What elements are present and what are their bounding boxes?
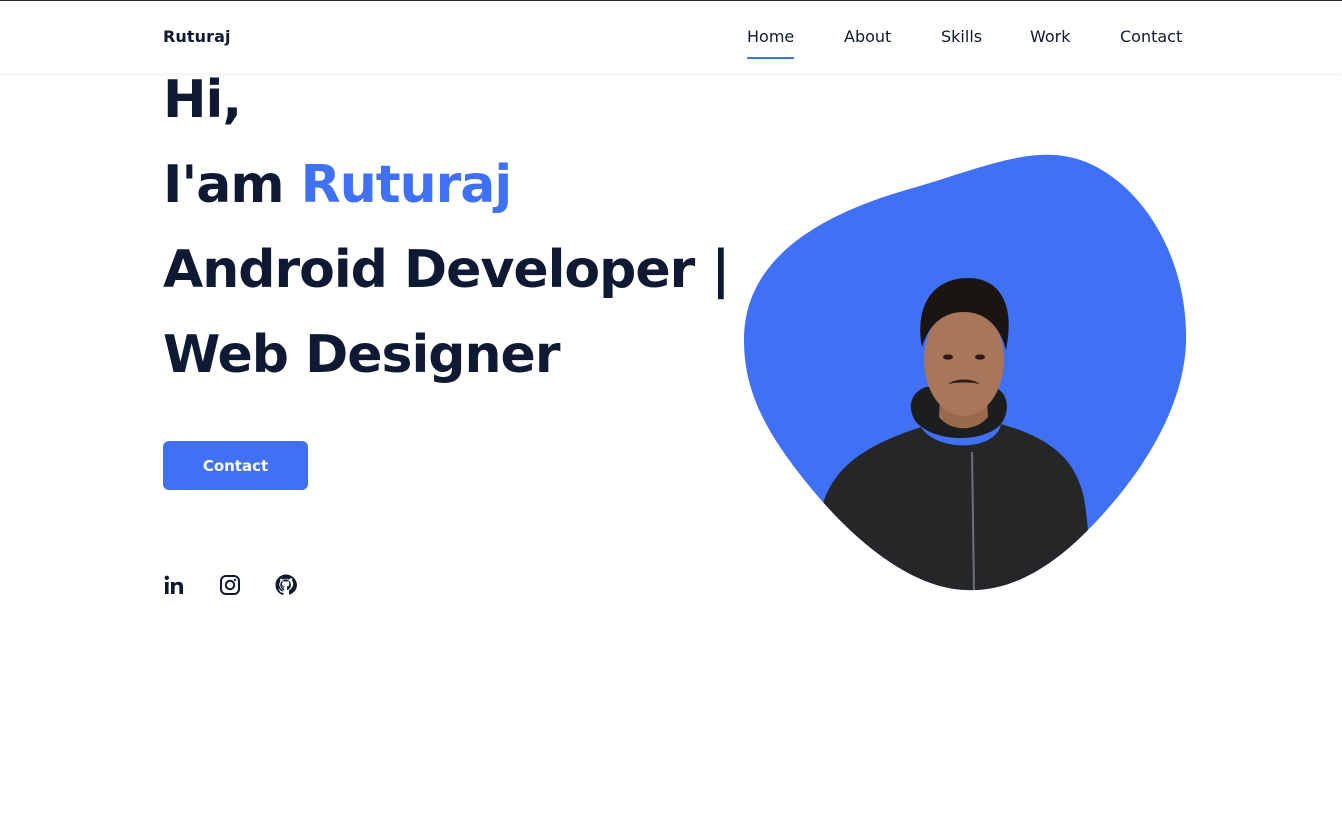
profile-blob [736,152,1188,592]
github-link[interactable] [274,573,298,597]
hero-greeting: Hi, [163,70,242,130]
nav-link-home[interactable]: Home [747,27,795,59]
hero-intro: I'am Ruturaj [163,155,512,215]
nav-link-about[interactable]: About [844,27,891,46]
main-nav: Home About Skills Work Contact [0,27,1342,67]
hero-name: Ruturaj [300,155,512,215]
site-header: Ruturaj Home About Skills Work Contact [0,1,1342,73]
linkedin-link[interactable] [162,573,186,597]
hero-intro-prefix: I'am [163,155,301,215]
instagram-link[interactable] [218,573,242,597]
contact-button[interactable]: Contact [163,441,308,490]
nav-link-skills[interactable]: Skills [941,27,982,46]
nav-link-work[interactable]: Work [1030,27,1071,46]
hero-role-line-1: Android Developer | [163,240,730,300]
hero-role-line-2: Web Designer [163,325,560,385]
linkedin-icon [164,575,183,594]
github-icon [275,574,297,596]
profile-photo [744,154,1187,591]
instagram-icon [220,575,240,595]
nav-link-contact[interactable]: Contact [1120,27,1182,46]
